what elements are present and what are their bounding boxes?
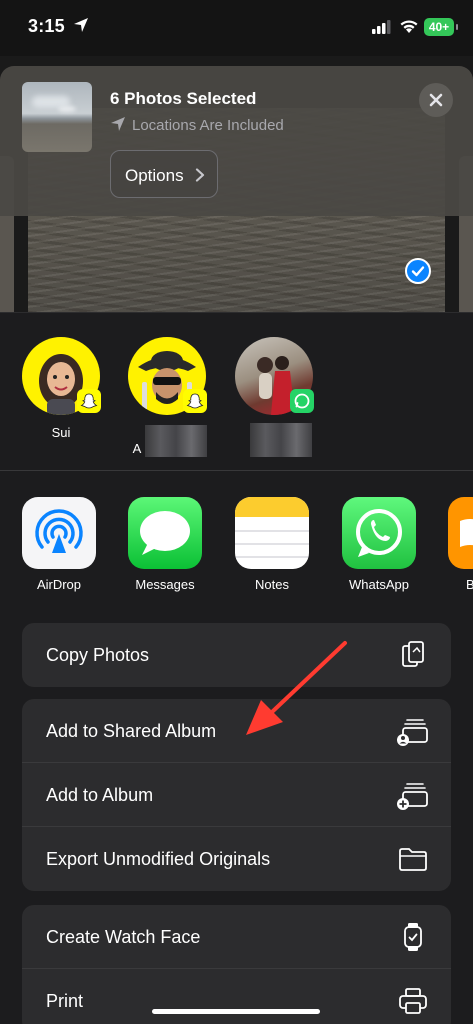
app-label: Notes (255, 577, 289, 592)
copy-photos-icon (402, 641, 424, 667)
print-action[interactable]: Print (22, 969, 451, 1024)
contact-name: Sui (51, 425, 71, 440)
cellular-signal-icon (372, 20, 391, 34)
whatsapp-logo-icon (356, 509, 402, 557)
wifi-icon (400, 20, 418, 33)
copy-photos-action[interactable]: Copy Photos (22, 623, 451, 687)
whatsapp-app[interactable] (342, 497, 416, 569)
app-label: WhatsApp (349, 577, 409, 592)
location-arrow-icon (74, 18, 88, 32)
app-label: AirDrop (36, 577, 82, 592)
action-label: Print (46, 991, 84, 1011)
close-button[interactable] (419, 83, 453, 117)
options-button[interactable]: Options (110, 150, 218, 198)
notes-icon (235, 497, 309, 558)
chevron-right-icon (195, 168, 205, 182)
add-to-shared-album-action[interactable]: Add to Shared Album (22, 699, 451, 763)
folder-icon (399, 848, 427, 871)
snapchat-icon (183, 389, 207, 413)
share-title: 6 Photos Selected (110, 89, 257, 108)
share-subtitle: Locations Are Included (132, 117, 284, 134)
action-group-2: Add to Shared Album Add to Album Export … (22, 699, 451, 891)
action-group-1: Copy Photos (22, 623, 451, 687)
app-row: AirDrop Messages Notes WhatsApp B (0, 471, 473, 621)
airdrop-icon (35, 509, 83, 553)
whatsapp-icon (290, 389, 314, 413)
airdrop-app[interactable] (22, 497, 96, 569)
redacted-name (145, 425, 207, 457)
app-label: B (466, 577, 473, 592)
create-watch-face-action[interactable]: Create Watch Face (22, 905, 451, 969)
action-label: Create Watch Face (46, 927, 201, 947)
share-sheet: Sui A AirDrop Messages Notes WhatsApp B … (0, 312, 473, 1024)
status-bar: 3:15 40+ (0, 0, 473, 56)
action-label: Copy Photos (46, 645, 150, 665)
action-label: Add to Album (46, 785, 154, 805)
options-label: Options (125, 166, 184, 185)
action-group-3: Create Watch Face Print (22, 905, 451, 1024)
location-icon (111, 117, 125, 131)
action-label: Add to Shared Album (46, 721, 217, 741)
snapchat-icon (77, 389, 101, 413)
book-icon (460, 519, 473, 547)
notes-app[interactable] (235, 497, 309, 569)
checkmark-icon[interactable] (405, 258, 431, 284)
battery-indicator: 40+ (424, 18, 458, 36)
export-originals-action[interactable]: Export Unmodified Originals (22, 827, 451, 891)
contact-suggestions: Sui A (0, 313, 473, 471)
app-label: Messages (135, 577, 195, 592)
close-icon (429, 93, 443, 107)
home-indicator[interactable] (152, 1009, 320, 1014)
add-album-icon (397, 783, 428, 810)
add-to-album-action[interactable]: Add to Album (22, 763, 451, 827)
action-label: Export Unmodified Originals (46, 849, 271, 869)
photo-thumbnail (22, 82, 92, 152)
books-app[interactable] (448, 497, 473, 569)
shared-album-icon (397, 719, 428, 746)
redacted-name (250, 423, 312, 457)
status-time: 3:15 (28, 16, 65, 36)
message-bubble-icon (140, 511, 190, 555)
messages-app[interactable] (128, 497, 202, 569)
watch-icon (404, 923, 422, 951)
printer-icon (399, 988, 427, 1014)
